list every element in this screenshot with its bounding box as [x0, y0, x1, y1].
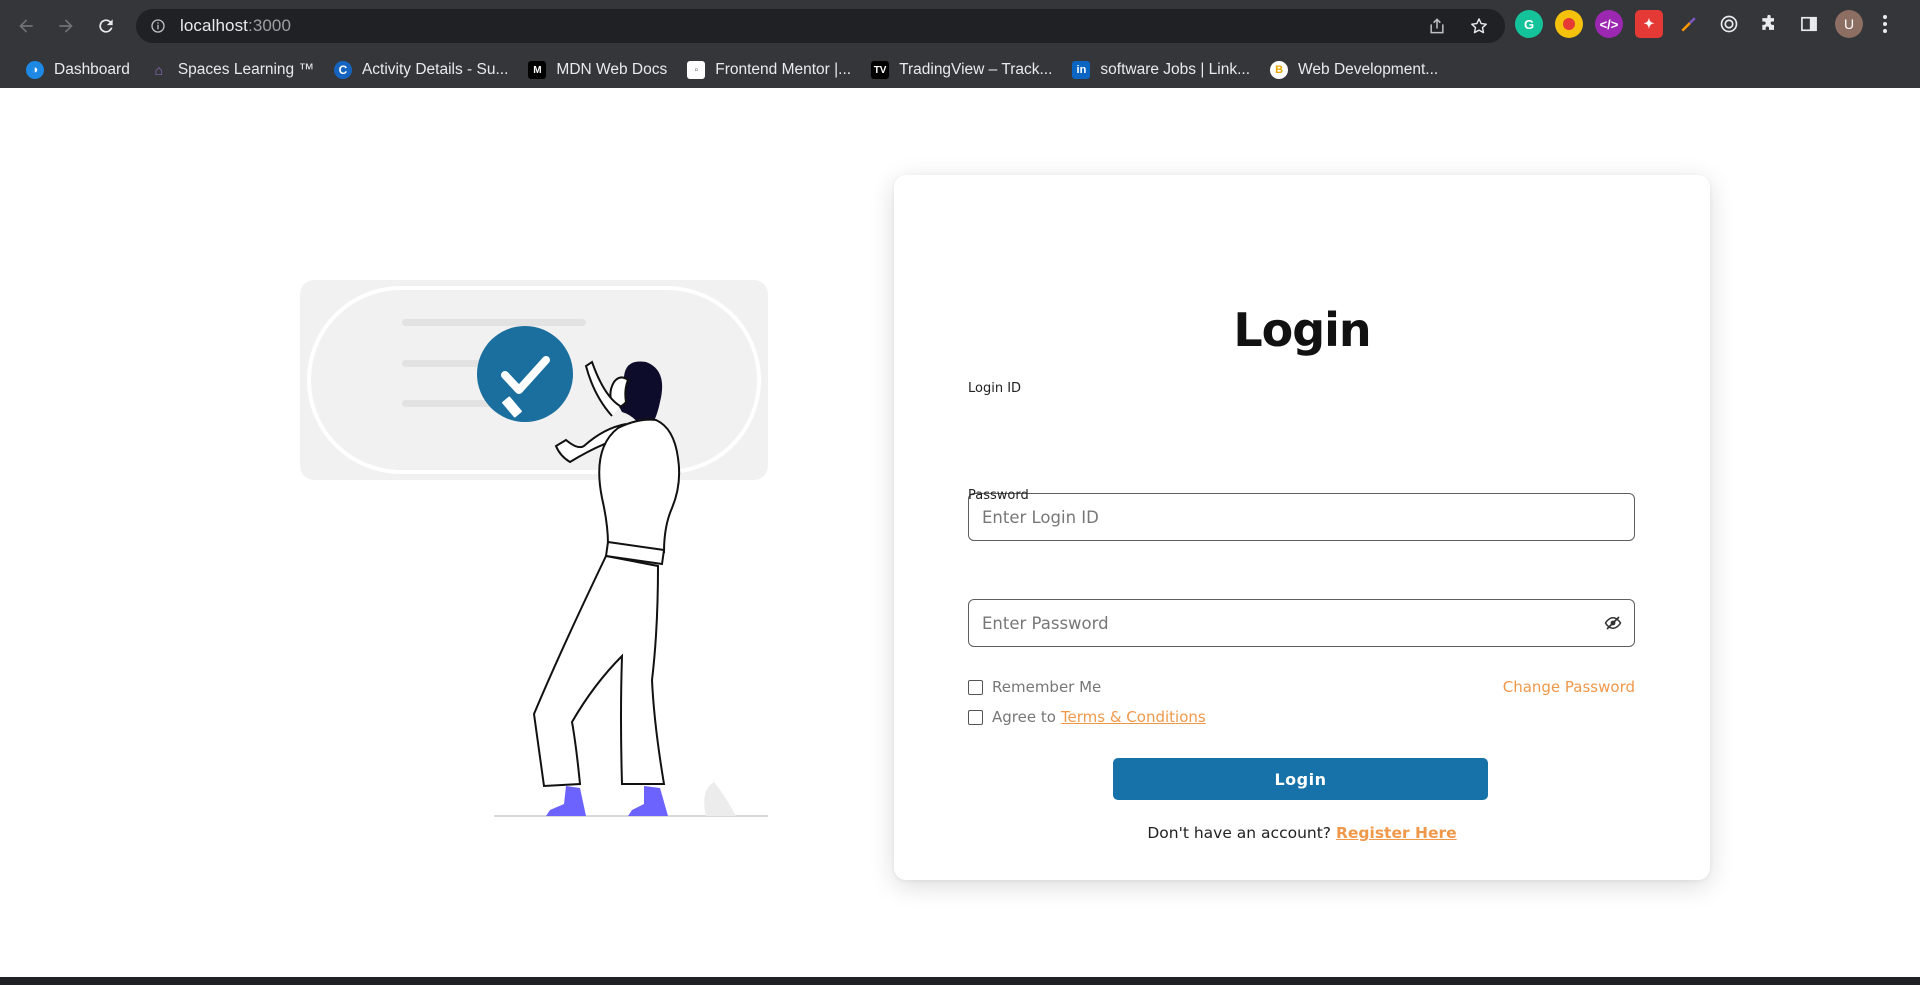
bookmark-label: Web Development... [1298, 61, 1439, 78]
register-link[interactable]: Register Here [1336, 824, 1457, 842]
terms-link[interactable]: Terms & Conditions [1061, 708, 1206, 726]
profile-avatar[interactable]: U [1835, 10, 1863, 38]
login-id-input[interactable] [982, 507, 1582, 527]
page-content: Login Login ID Password Remember Me Chan… [0, 88, 1920, 977]
extension-purple-icon[interactable]: </> [1595, 10, 1623, 38]
agree-terms-checkbox[interactable] [968, 709, 983, 725]
bottom-edge [0, 977, 1920, 985]
share-icon[interactable] [1427, 16, 1447, 36]
url-port: :3000 [248, 16, 292, 35]
web-dev-favicon: B [1270, 61, 1289, 79]
omnibox-actions [1427, 16, 1489, 36]
extension-red-icon[interactable]: ✦ [1635, 10, 1663, 38]
login-id-label: Login ID [968, 381, 1022, 396]
bookmark-dashboard[interactable]: ◑ Dashboard [18, 56, 138, 84]
bookmark-label: Frontend Mentor |... [715, 61, 852, 78]
login-card: Login Login ID Password Remember Me Chan… [894, 175, 1710, 880]
login-button[interactable]: Login [1113, 758, 1488, 800]
browser-chrome: localhost:3000 G </> ✦ U ◑ Dashboard ⌂ S… [0, 0, 1920, 88]
bookmark-tradingview[interactable]: TV TradingView – Track... [863, 56, 1060, 84]
c-favicon: C [333, 61, 352, 79]
remember-me-label: Remember Me [992, 678, 1102, 696]
forward-button[interactable] [46, 6, 86, 46]
bookmark-label: MDN Web Docs [556, 61, 668, 78]
bookmark-web-development[interactable]: B Web Development... [1262, 56, 1446, 84]
login-illustration [300, 280, 768, 817]
url-host: localhost [180, 16, 248, 35]
bookmarks-bar: ◑ Dashboard ⌂ Spaces Learning ™ C Activi… [0, 52, 1920, 88]
bookmark-label: TradingView – Track... [899, 61, 1053, 78]
change-password-link[interactable]: Change Password [1503, 678, 1635, 696]
back-button[interactable] [6, 6, 46, 46]
spaces-favicon: ⌂ [154, 62, 164, 78]
bookmark-label: Dashboard [54, 61, 130, 78]
bookmark-frontend-mentor[interactable]: ▫ Frontend Mentor |... [679, 56, 859, 84]
bookmark-label: Activity Details - Su... [361, 61, 509, 78]
register-prompt: Don't have an account? Register Here [894, 824, 1710, 842]
puzzle-icon[interactable] [1755, 10, 1783, 38]
linkedin-favicon: in [1072, 61, 1091, 79]
login-id-field-wrapper [968, 493, 1635, 541]
tradingview-favicon: TV [871, 61, 890, 79]
hide-password-icon[interactable] [1604, 614, 1622, 632]
frontend-mentor-favicon: ▫ [687, 61, 706, 79]
remember-me-checkbox[interactable] [968, 679, 983, 695]
mdn-favicon: M [528, 61, 547, 79]
bookmark-activity-details[interactable]: C Activity Details - Su... [326, 56, 516, 84]
bookmark-label: software Jobs | Link... [1100, 61, 1251, 78]
remember-me-row: Remember Me [968, 678, 1101, 696]
password-label: Password [968, 488, 1029, 503]
address-bar[interactable]: localhost:3000 [136, 9, 1505, 43]
login-title: Login [1233, 303, 1371, 357]
reload-icon [99, 19, 113, 33]
extensions-bar: G </> ✦ U [1515, 10, 1895, 38]
bookmark-mdn[interactable]: M MDN Web Docs [520, 56, 675, 84]
star-icon[interactable] [1469, 16, 1489, 36]
url-text: localhost:3000 [180, 16, 291, 36]
agree-terms-row: Agree to Terms & Conditions [968, 708, 1206, 726]
reload-button[interactable] [86, 6, 126, 46]
password-field-wrapper [968, 599, 1635, 647]
bookmark-label: Spaces Learning ™ [177, 61, 314, 78]
target-extension-icon[interactable] [1715, 10, 1743, 38]
arrow-right-icon [59, 19, 73, 33]
side-panel-icon[interactable] [1795, 10, 1823, 38]
menu-icon[interactable] [1875, 10, 1895, 38]
grammarly-icon[interactable]: G [1515, 10, 1543, 38]
bookmark-spaces-learning[interactable]: ⌂ Spaces Learning ™ [142, 56, 322, 84]
agree-prefix: Agree to [992, 708, 1056, 726]
register-prefix: Don't have an account? [1147, 824, 1332, 842]
bookmark-linkedin-jobs[interactable]: in software Jobs | Link... [1064, 56, 1258, 84]
extension-yellow-icon[interactable] [1555, 10, 1583, 38]
info-icon[interactable] [150, 18, 166, 34]
password-input[interactable] [982, 613, 1582, 633]
arrow-left-icon [19, 19, 33, 33]
color-picker-icon[interactable] [1675, 10, 1703, 38]
dashboard-favicon: ◑ [26, 61, 44, 79]
